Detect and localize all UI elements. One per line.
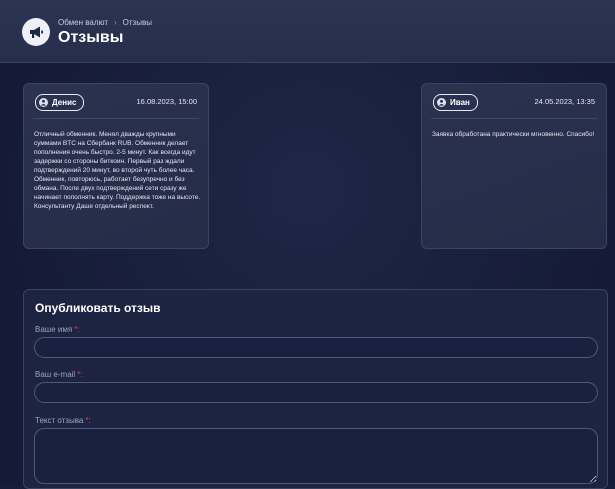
breadcrumb-separator: › — [113, 18, 117, 27]
review-form: Опубликовать отзыв Ваше имя *: Ваш e-mail… — [23, 289, 608, 489]
review-card: Денис 16.08.2023, 15:00 Отличный обменни… — [23, 83, 209, 249]
name-input[interactable] — [34, 337, 598, 358]
user-avatar-icon — [437, 98, 446, 107]
form-title: Опубликовать отзыв — [35, 301, 161, 315]
required-mark: *: — [74, 325, 80, 334]
review-text: Отличный обменник. Менял дважды крупными… — [34, 131, 201, 210]
review-text: Заявка обработана практически мгновенно.… — [432, 131, 595, 138]
author-badge: Иван — [433, 94, 478, 111]
name-label: Ваше имя *: — [35, 325, 80, 334]
review-text-label: Текст отзыва *: — [35, 416, 91, 425]
review-date: 16.08.2023, 15:00 — [136, 97, 197, 106]
author-name: Денис — [52, 98, 77, 107]
divider — [33, 118, 199, 119]
page-header: Обмен валют › Отзывы Отзывы — [0, 0, 615, 63]
email-input[interactable] — [34, 382, 598, 403]
breadcrumb-link-exchange[interactable]: Обмен валют — [58, 18, 108, 27]
email-label: Ваш e-mail *: — [35, 370, 83, 379]
review-card: Иван 24.05.2023, 13:35 Заявка обработана… — [421, 83, 607, 249]
review-textarea[interactable] — [34, 428, 598, 484]
required-mark: *: — [85, 416, 91, 425]
user-avatar-icon — [39, 98, 48, 107]
author-badge: Денис — [35, 94, 85, 111]
review-date: 24.05.2023, 13:35 — [534, 97, 595, 106]
megaphone-icon — [22, 18, 50, 46]
breadcrumb: Обмен валют › Отзывы — [58, 18, 152, 27]
required-mark: *: — [77, 370, 83, 379]
email-label-text: Ваш e-mail — [35, 370, 76, 379]
author-name: Иван — [450, 98, 470, 107]
page-title: Отзывы — [58, 29, 124, 46]
divider — [431, 118, 597, 119]
name-label-text: Ваше имя — [35, 325, 73, 334]
review-text-label-text: Текст отзыва — [35, 416, 84, 425]
breadcrumb-current: Отзывы — [122, 18, 152, 27]
